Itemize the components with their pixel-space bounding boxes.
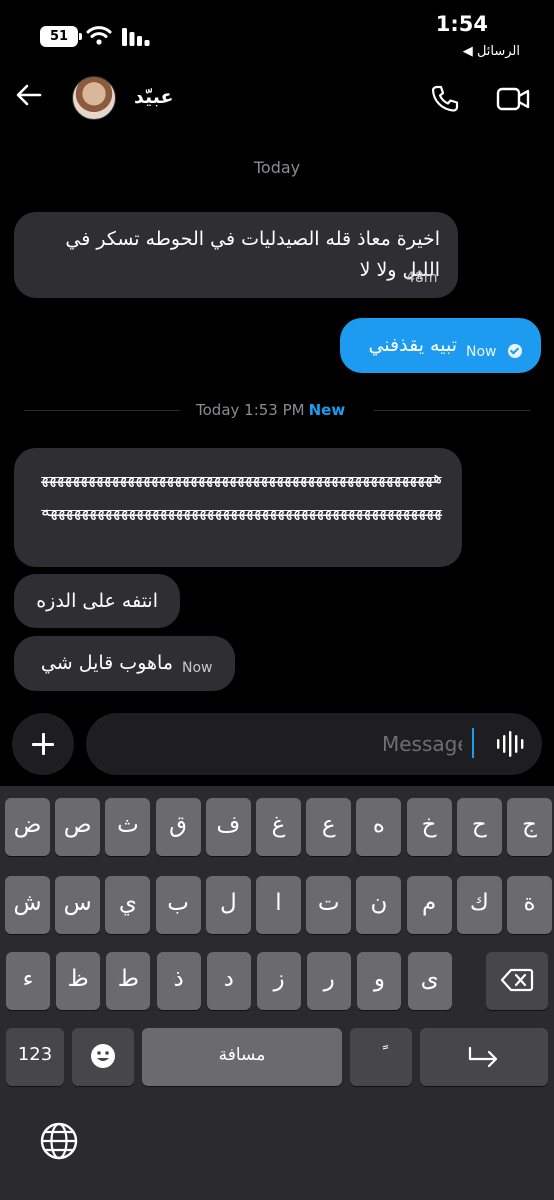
backspace-icon	[500, 968, 534, 992]
divider-line	[24, 410, 180, 411]
message-timestamp: 48m	[406, 270, 438, 286]
key-row1-5[interactable]: غ	[256, 798, 301, 856]
back-arrow-icon[interactable]	[14, 80, 44, 110]
key-row1-8[interactable]: خ	[406, 798, 452, 856]
battery-indicator: 51	[40, 26, 82, 47]
key-row3-0[interactable]: ء	[6, 952, 50, 1010]
voice-message-icon[interactable]	[494, 730, 528, 758]
key-row1-6[interactable]: ع	[306, 798, 352, 856]
message-timestamp: Now	[466, 344, 497, 360]
message-bubble-received[interactable]: اخيرة معاذ قله الصيدليات في الحوطه تسكر …	[14, 212, 458, 298]
message-text: ماهوب قايل شي	[40, 652, 173, 674]
divider-line	[374, 410, 530, 411]
message-text: هههههههههههههههههههههههههههههههههههههههه…	[41, 468, 442, 521]
key-row3-3[interactable]: ذ	[156, 952, 201, 1010]
key-row3-7[interactable]: و	[357, 952, 402, 1010]
day-separator: Today	[253, 158, 301, 177]
conversation-header: عبيّد	[0, 70, 554, 130]
read-receipt-icon	[508, 344, 522, 358]
clock: 1:54	[435, 12, 488, 36]
wifi-icon	[86, 26, 112, 45]
message-text: اخيرة معاذ قله الصيدليات في الحوطه تسكر …	[65, 228, 440, 281]
status-bar: 51 1:54 ◀ الرسائل	[0, 0, 554, 70]
message-bubble-received[interactable]: ماهوب قايل شي Now	[14, 636, 235, 691]
message-bubble-sent[interactable]: تبيه يقذفني Now	[340, 318, 541, 373]
key-row3-6[interactable]: ر	[307, 952, 352, 1010]
key-row1-4[interactable]: ف	[205, 798, 251, 856]
key-row1-10[interactable]: ج	[507, 798, 552, 856]
return-arrow-icon	[468, 1046, 498, 1068]
new-messages-divider: Today 1:53 PM New	[0, 400, 554, 422]
key-row2-8[interactable]: م	[406, 876, 452, 934]
key-row3-5[interactable]: ز	[257, 952, 301, 1010]
emoji-key[interactable]	[72, 1028, 134, 1086]
message-text: انتفه على الدزه	[36, 590, 158, 612]
tanween-key[interactable]: ً	[350, 1028, 412, 1086]
emoji-icon	[91, 1044, 115, 1068]
phone-icon[interactable]	[430, 84, 460, 114]
text-cursor	[472, 728, 474, 758]
key-row2-1[interactable]: س	[55, 876, 101, 934]
key-row3-1[interactable]: ظ	[56, 952, 101, 1010]
message-timestamp: Now	[182, 660, 213, 676]
back-to-app-link[interactable]: ◀ الرسائل	[463, 44, 520, 59]
arabic-keyboard: ضصثقفغعهخحج شسيبلاتنمكة ءظطذدزروى 123 مس…	[0, 786, 554, 1200]
key-row3-8[interactable]: ى	[407, 952, 452, 1010]
key-row1-1[interactable]: ص	[55, 798, 101, 856]
space-key[interactable]: مسافة	[142, 1028, 342, 1086]
key-row2-7[interactable]: ن	[356, 876, 402, 934]
key-row3-2[interactable]: ط	[106, 952, 151, 1010]
key-row1-2[interactable]: ث	[105, 798, 151, 856]
video-camera-icon[interactable]	[496, 86, 530, 112]
key-row1-7[interactable]: ه	[356, 798, 402, 856]
divider-label: Today 1:53 PM New	[196, 401, 345, 419]
backspace-key[interactable]	[486, 952, 548, 1010]
key-row2-5[interactable]: ا	[256, 876, 301, 934]
add-attachment-button[interactable]	[12, 713, 74, 775]
key-row2-9[interactable]: ك	[456, 876, 502, 934]
return-key[interactable]	[420, 1028, 548, 1086]
divider-time: Today 1:53 PM	[196, 401, 305, 419]
numbers-key[interactable]: 123	[6, 1028, 64, 1086]
key-row2-4[interactable]: ل	[205, 876, 251, 934]
message-text: تبيه يقذفني	[368, 334, 457, 356]
key-row2-0[interactable]: ش	[5, 876, 50, 934]
cellular-signal-icon	[122, 28, 150, 46]
key-row2-2[interactable]: ي	[105, 876, 151, 934]
key-row1-0[interactable]: ض	[5, 798, 50, 856]
new-badge: New	[308, 401, 346, 419]
avatar[interactable]	[72, 76, 116, 120]
key-row2-6[interactable]: ت	[306, 876, 352, 934]
key-row2-3[interactable]: ب	[155, 876, 201, 934]
message-bubble-received[interactable]: انتفه على الدزه	[14, 574, 180, 628]
key-row1-9[interactable]: ح	[456, 798, 502, 856]
key-row3-4[interactable]: د	[206, 952, 251, 1010]
key-row1-3[interactable]: ق	[155, 798, 201, 856]
message-bubble-received[interactable]: هههههههههههههههههههههههههههههههههههههههه…	[14, 448, 462, 567]
key-row2-10[interactable]: ة	[507, 876, 552, 934]
contact-name[interactable]: عبيّد	[134, 86, 173, 108]
globe-icon[interactable]	[38, 1120, 80, 1162]
